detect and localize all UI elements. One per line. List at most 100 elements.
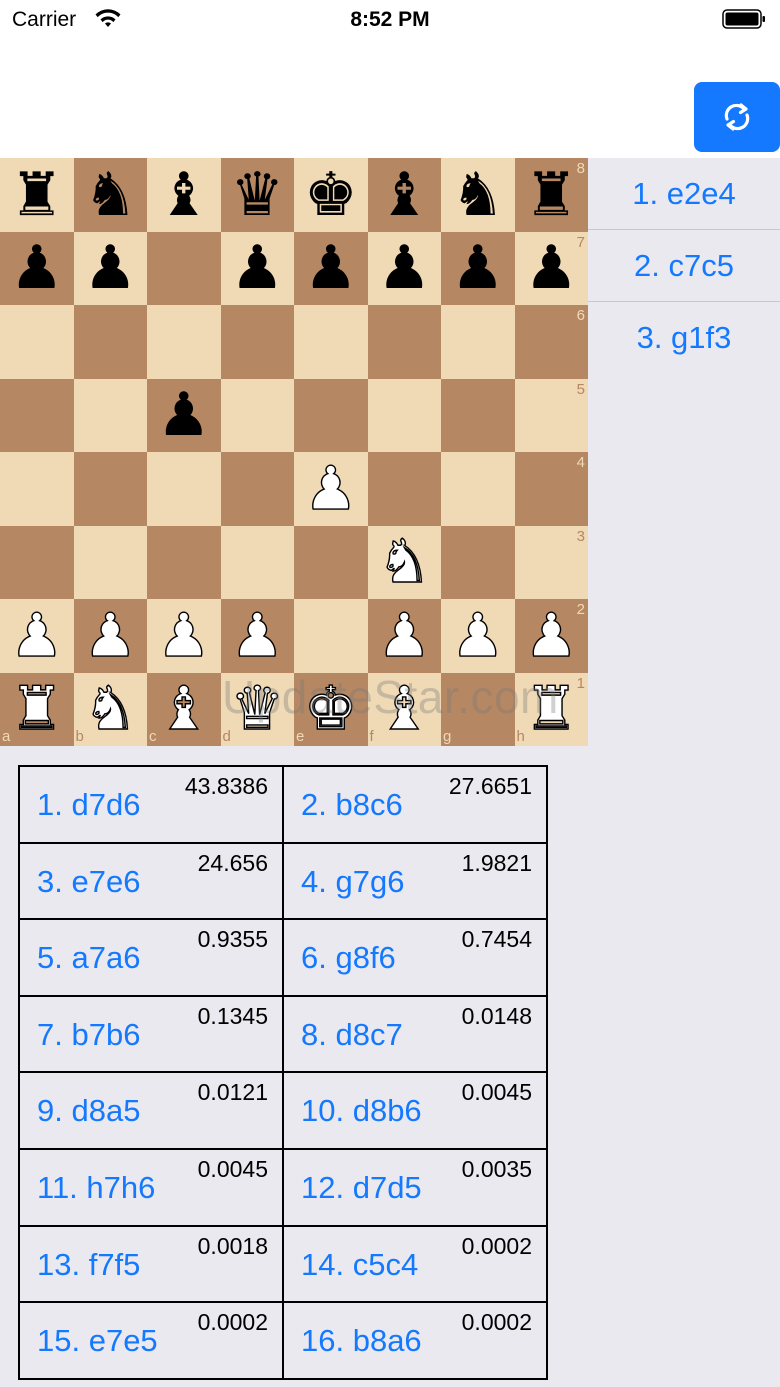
square-h3[interactable]: 3: [514, 525, 588, 599]
square-d2[interactable]: ♟: [220, 599, 294, 673]
square-b7[interactable]: ♟: [73, 231, 147, 305]
white-knight-icon[interactable]: ♞: [377, 532, 432, 593]
white-pawn-icon[interactable]: ♟: [230, 605, 285, 666]
square-f8[interactable]: ♝: [367, 158, 441, 232]
square-g8[interactable]: ♞: [441, 158, 515, 232]
square-h2[interactable]: ♟ 2: [514, 599, 588, 673]
square-h6[interactable]: 6: [514, 305, 588, 379]
square-e6[interactable]: [294, 305, 368, 379]
black-bishop-icon[interactable]: ♝: [157, 165, 211, 225]
square-d1[interactable]: ♛ d: [220, 672, 294, 746]
square-b3[interactable]: [73, 525, 147, 599]
square-a5[interactable]: [0, 378, 74, 452]
black-rook-icon[interactable]: ♜: [524, 165, 578, 225]
square-f1[interactable]: ♝ f: [367, 672, 441, 746]
square-d4[interactable]: [220, 452, 294, 526]
suggestion-cell[interactable]: 8. d8c7 0.0148: [282, 994, 548, 1074]
suggestion-cell[interactable]: 6. g8f6 0.7454: [282, 918, 548, 997]
move-history-item[interactable]: 1. e2e4: [588, 158, 780, 230]
square-g3[interactable]: [441, 525, 515, 599]
square-g7[interactable]: ♟: [441, 231, 515, 305]
square-e1[interactable]: ♚ e: [294, 672, 368, 746]
square-d6[interactable]: [220, 305, 294, 379]
square-a6[interactable]: [0, 305, 74, 379]
suggestion-cell[interactable]: 4. g7g6 1.9821: [282, 841, 548, 921]
white-bishop-icon[interactable]: ♝: [156, 679, 211, 740]
square-a7[interactable]: ♟: [0, 231, 74, 305]
white-pawn-icon[interactable]: ♟: [156, 605, 211, 666]
chess-board[interactable]: ♜ ♞ ♝ ♛ ♚ ♝ ♞ ♜ 8 ♟ ♟ ♟ ♟ ♟ ♟ ♟ 7 6 ♟ 5 ♟ 4 ♞ 3 ♟ ♟ ♟ ♟ ♟ ♟ ♟ 2 ♜ a ♞ b ♝ c ♛ d…: [0, 158, 588, 746]
move-history-item[interactable]: 3. g1f3: [588, 302, 780, 374]
square-d3[interactable]: [220, 525, 294, 599]
black-knight-icon[interactable]: ♞: [83, 165, 137, 225]
square-b5[interactable]: [73, 378, 147, 452]
white-rook-icon[interactable]: ♜: [9, 679, 64, 740]
square-c1[interactable]: ♝ c: [147, 672, 221, 746]
white-pawn-icon[interactable]: ♟: [9, 605, 64, 666]
suggestion-cell[interactable]: 9. d8a5 0.0121: [18, 1071, 284, 1150]
square-d8[interactable]: ♛: [220, 158, 294, 232]
square-e7[interactable]: ♟: [294, 231, 368, 305]
square-c3[interactable]: [147, 525, 221, 599]
square-b1[interactable]: ♞ b: [73, 672, 147, 746]
square-b8[interactable]: ♞: [73, 158, 147, 232]
square-a8[interactable]: ♜: [0, 158, 74, 232]
suggestion-cell[interactable]: 2. b8c6 27.6651: [282, 765, 548, 844]
square-g4[interactable]: [441, 452, 515, 526]
white-pawn-icon[interactable]: ♟: [83, 605, 138, 666]
square-a2[interactable]: ♟: [0, 599, 74, 673]
move-history-item[interactable]: 2. c7c5: [588, 230, 780, 302]
suggestion-cell[interactable]: 13. f7f5 0.0018: [18, 1224, 284, 1304]
square-a3[interactable]: [0, 525, 74, 599]
square-f4[interactable]: [367, 452, 441, 526]
square-f3[interactable]: ♞: [367, 525, 441, 599]
white-pawn-icon[interactable]: ♟: [377, 605, 432, 666]
square-h7[interactable]: ♟ 7: [514, 231, 588, 305]
suggestion-cell[interactable]: 12. d7d5 0.0035: [282, 1147, 548, 1227]
black-pawn-icon[interactable]: ♟: [83, 238, 137, 298]
square-g6[interactable]: [441, 305, 515, 379]
square-h4[interactable]: 4: [514, 452, 588, 526]
black-bishop-icon[interactable]: ♝: [377, 165, 431, 225]
black-rook-icon[interactable]: ♜: [10, 165, 64, 225]
square-g2[interactable]: ♟: [441, 599, 515, 673]
black-pawn-icon[interactable]: ♟: [377, 238, 431, 298]
square-g1[interactable]: g: [441, 672, 515, 746]
square-f5[interactable]: [367, 378, 441, 452]
white-queen-icon[interactable]: ♛: [230, 679, 285, 740]
square-f2[interactable]: ♟: [367, 599, 441, 673]
black-king-icon[interactable]: ♚: [304, 165, 358, 225]
square-d7[interactable]: ♟: [220, 231, 294, 305]
black-pawn-icon[interactable]: ♟: [10, 238, 64, 298]
flip-board-button[interactable]: [694, 82, 780, 152]
square-c4[interactable]: [147, 452, 221, 526]
square-f7[interactable]: ♟: [367, 231, 441, 305]
square-b2[interactable]: ♟: [73, 599, 147, 673]
suggestion-cell[interactable]: 15. e7e5 0.0002: [18, 1301, 284, 1380]
square-h8[interactable]: ♜ 8: [514, 158, 588, 232]
black-pawn-icon[interactable]: ♟: [230, 238, 284, 298]
square-e8[interactable]: ♚: [294, 158, 368, 232]
black-pawn-icon[interactable]: ♟: [157, 385, 211, 445]
square-b4[interactable]: [73, 452, 147, 526]
square-h5[interactable]: 5: [514, 378, 588, 452]
black-queen-icon[interactable]: ♛: [230, 165, 284, 225]
suggestion-cell[interactable]: 14. c5c4 0.0002: [282, 1224, 548, 1304]
suggestion-cell[interactable]: 7. b7b6 0.1345: [18, 994, 284, 1074]
square-c7[interactable]: [147, 231, 221, 305]
black-pawn-icon[interactable]: ♟: [451, 238, 505, 298]
square-e2[interactable]: [294, 599, 368, 673]
square-e3[interactable]: [294, 525, 368, 599]
suggestion-cell[interactable]: 10. d8b6 0.0045: [282, 1071, 548, 1150]
black-pawn-icon[interactable]: ♟: [524, 238, 578, 298]
square-d5[interactable]: [220, 378, 294, 452]
square-a4[interactable]: [0, 452, 74, 526]
square-b6[interactable]: [73, 305, 147, 379]
square-h1[interactable]: ♜ 1 h: [514, 672, 588, 746]
black-knight-icon[interactable]: ♞: [451, 165, 505, 225]
square-g5[interactable]: [441, 378, 515, 452]
suggestion-cell[interactable]: 16. b8a6 0.0002: [282, 1301, 548, 1380]
white-knight-icon[interactable]: ♞: [83, 679, 138, 740]
suggestion-cell[interactable]: 3. e7e6 24.656: [18, 841, 284, 921]
black-pawn-icon[interactable]: ♟: [304, 238, 358, 298]
